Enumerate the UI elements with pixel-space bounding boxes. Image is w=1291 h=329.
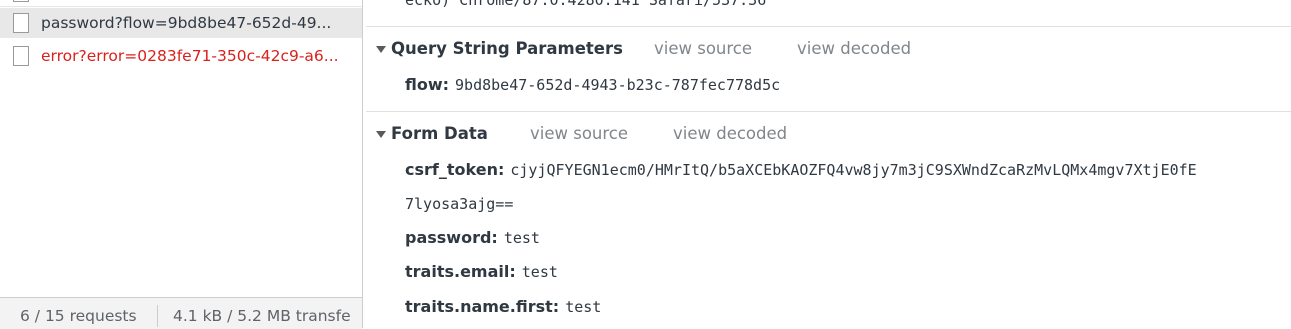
section-divider — [366, 111, 1291, 112]
form-data-header[interactable]: Form Data view source view decoded — [366, 119, 1291, 149]
query-view-source-link[interactable]: view source — [654, 39, 752, 58]
document-icon — [13, 13, 29, 33]
summary-divider — [157, 305, 158, 327]
form-value: test — [503, 229, 540, 247]
form-data-row: traits.email: test — [405, 262, 558, 281]
network-summary-bar: 6 / 15 requests 4.1 kB / 5.2 MB transfe — [0, 297, 362, 329]
form-data-row: csrf_token: cjyjQFYEGN1ecm0/HMrItQ/b5aXCE… — [405, 160, 1197, 179]
form-key: password: — [405, 228, 498, 247]
query-params-header[interactable]: Query String Parameters view source view… — [366, 34, 1291, 64]
expand-triangle-icon[interactable] — [376, 131, 386, 138]
document-icon — [13, 0, 29, 2]
headers-detail-pane: ecko) Chrome/87.0.4280.141 Safari/537.36… — [366, 0, 1291, 328]
param-value: 9bd8be47-652d-4943-b23c-787fec778d5c — [455, 76, 781, 94]
form-value: test — [565, 298, 602, 316]
query-param-row: flow: 9bd8be47-652d-4943-b23c-787fec778d5… — [405, 75, 780, 94]
request-row-partial[interactable] — [0, 0, 362, 7]
request-name: error?error=0283fe71-350c-42c9-a6... — [41, 47, 339, 65]
form-data-row: password: test — [405, 228, 540, 247]
form-value-continued: 7lyosa3ajg== — [405, 195, 514, 213]
form-value: test — [521, 263, 558, 281]
document-icon — [13, 46, 29, 66]
user-agent-value: ecko) Chrome/87.0.4280.141 Safari/537.36 — [405, 0, 767, 9]
request-list-panel: password?flow=9bd8be47-652d-49... error?… — [0, 0, 363, 329]
form-view-source-link[interactable]: view source — [530, 124, 628, 143]
form-key: traits.name.first: — [405, 297, 560, 316]
query-view-decoded-link[interactable]: view decoded — [797, 39, 911, 58]
query-params-title: Query String Parameters — [391, 39, 623, 58]
request-row[interactable]: error?error=0283fe71-350c-42c9-a6... — [0, 41, 362, 71]
form-key: csrf_token: — [405, 160, 505, 179]
form-value: cjyjQFYEGN1ecm0/HMrItQ/b5aXCEbKAOZFQ4vw8… — [510, 161, 1197, 179]
transfer-size: 4.1 kB / 5.2 MB transfe — [173, 307, 351, 325]
form-data-row: traits.name.first: test — [405, 297, 601, 316]
section-divider — [366, 26, 1291, 27]
form-data-title: Form Data — [391, 124, 488, 143]
form-view-decoded-link[interactable]: view decoded — [673, 124, 787, 143]
request-count: 6 / 15 requests — [20, 307, 137, 325]
form-key: traits.email: — [405, 262, 516, 281]
request-name: password?flow=9bd8be47-652d-49... — [41, 14, 332, 32]
expand-triangle-icon[interactable] — [376, 46, 386, 53]
request-row[interactable]: password?flow=9bd8be47-652d-49... — [0, 8, 362, 38]
param-key: flow: — [405, 75, 450, 94]
